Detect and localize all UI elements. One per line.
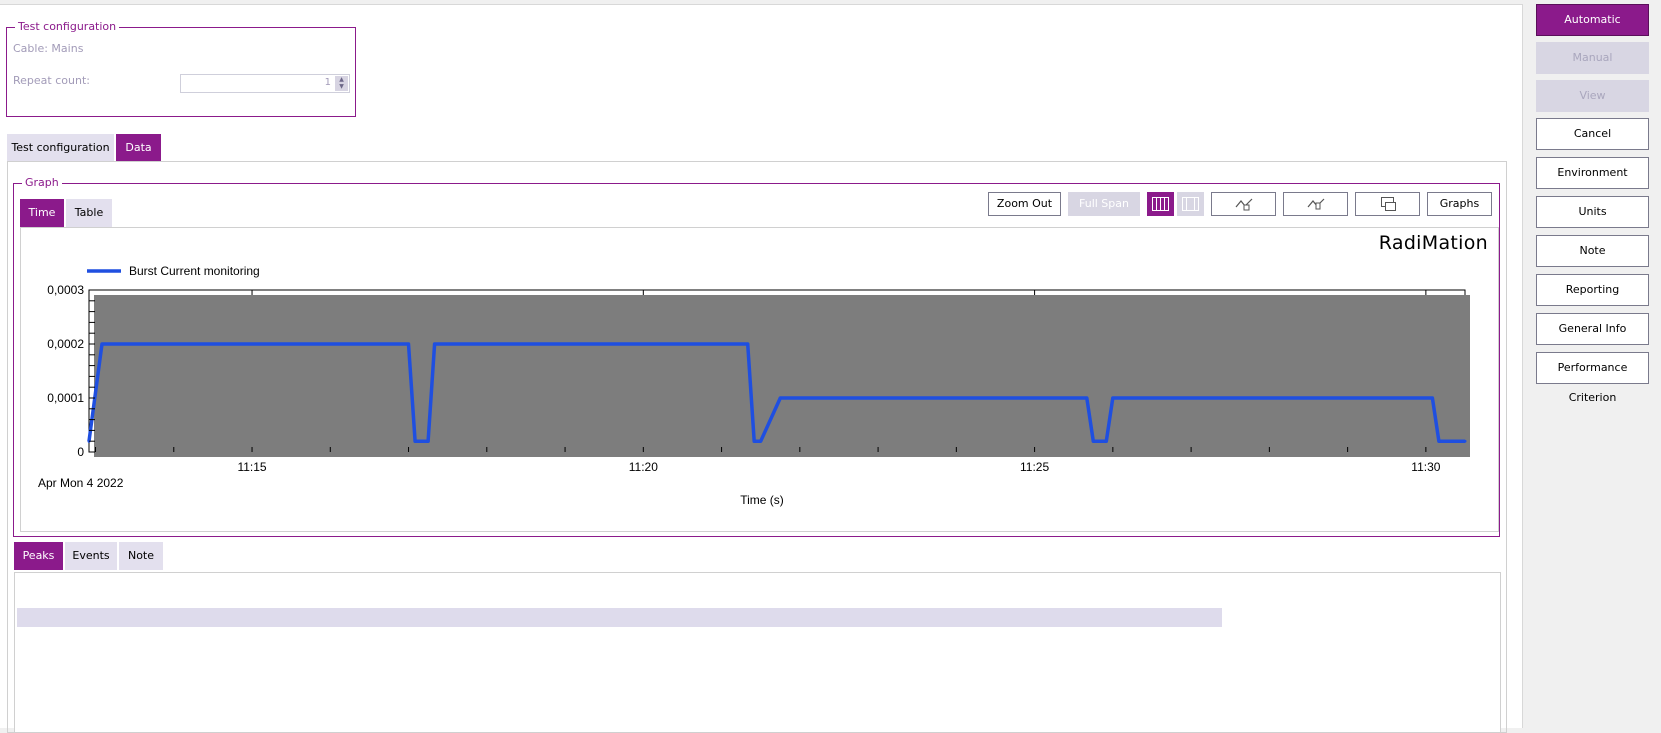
tab-peaks[interactable]: Peaks bbox=[14, 542, 63, 570]
sidebar-button-view[interactable]: View bbox=[1536, 80, 1649, 112]
sidebar-button-general-info[interactable]: General Info bbox=[1536, 313, 1649, 345]
grid-icon bbox=[1152, 197, 1169, 211]
data-point bbox=[1111, 396, 1115, 400]
tab-time[interactable]: Time bbox=[20, 199, 64, 227]
x-tick-label: 11:20 bbox=[629, 460, 658, 474]
data-point bbox=[100, 342, 104, 346]
plot-shadow bbox=[94, 295, 1470, 457]
tab-test-configuration[interactable]: Test configuration bbox=[7, 134, 114, 162]
data-point bbox=[1463, 439, 1467, 443]
copy-window-icon bbox=[1380, 197, 1396, 211]
data-point bbox=[1437, 439, 1441, 443]
grid-off-button[interactable] bbox=[1177, 192, 1204, 216]
test-configuration-legend: Test configuration bbox=[15, 20, 120, 34]
sidebar-button-manual[interactable]: Manual bbox=[1536, 42, 1649, 74]
data-point bbox=[778, 396, 782, 400]
spin-down-icon[interactable]: ▼ bbox=[335, 83, 348, 90]
x-tick-label: 11:30 bbox=[1411, 460, 1440, 474]
repeat-count-spinner[interactable]: 1 ▲ ▼ bbox=[180, 74, 350, 93]
full-span-button[interactable]: Full Span bbox=[1068, 192, 1140, 216]
y-tick-label: 0 bbox=[77, 445, 84, 459]
sidebar-button-environment[interactable]: Environment bbox=[1536, 157, 1649, 189]
y-tick-label: 0,0001 bbox=[47, 391, 84, 405]
spin-up-icon[interactable]: ▲ bbox=[335, 76, 348, 83]
peaks-panel bbox=[14, 572, 1501, 733]
tab-data[interactable]: Data bbox=[116, 134, 161, 162]
sidebar-button-cancel[interactable]: Cancel bbox=[1536, 118, 1649, 150]
cursor-tool-button[interactable] bbox=[1211, 192, 1276, 216]
test-configuration-group: Test configuration Cable: Mains Repeat c… bbox=[6, 20, 356, 117]
sidebar-button-reporting[interactable]: Reporting bbox=[1536, 274, 1649, 306]
tab-events[interactable]: Events bbox=[65, 542, 117, 570]
main-panel: Test configuration Cable: Mains Repeat c… bbox=[0, 4, 1523, 733]
sidebar-button-performance-criterion[interactable]: Performance Criterion bbox=[1536, 352, 1649, 404]
tab-note[interactable]: Note bbox=[119, 542, 163, 570]
y-tick-label: 0,0002 bbox=[47, 337, 84, 351]
x-axis-label: Time (s) bbox=[740, 493, 784, 507]
x-tick-label: 11:25 bbox=[1020, 460, 1049, 474]
chart-area: RadiMation 0 0,0001 0,0002 0,0003 11:15 11:20… bbox=[20, 227, 1499, 532]
data-point bbox=[759, 439, 763, 443]
data-point bbox=[433, 342, 437, 346]
data-point bbox=[1430, 396, 1434, 400]
data-point bbox=[407, 342, 411, 346]
spinner-buttons[interactable]: ▲ ▼ bbox=[335, 76, 348, 91]
repeat-count-value: 1 bbox=[324, 77, 331, 88]
zoom-out-button[interactable]: Zoom Out bbox=[988, 192, 1061, 216]
cursor-line-icon bbox=[1235, 198, 1252, 211]
tab-table[interactable]: Table bbox=[66, 199, 112, 227]
data-point bbox=[746, 342, 750, 346]
sidebar-button-note[interactable]: Note bbox=[1536, 235, 1649, 267]
copy-graph-button[interactable] bbox=[1355, 192, 1420, 216]
data-point bbox=[1091, 439, 1095, 443]
data-point bbox=[752, 439, 756, 443]
sidebar-button-automatic[interactable]: Automatic bbox=[1536, 4, 1649, 36]
y-tick-label: 0,0003 bbox=[47, 283, 84, 297]
x-tick-label: 11:15 bbox=[237, 460, 266, 474]
marker-tool-button[interactable] bbox=[1283, 192, 1348, 216]
data-point bbox=[1085, 396, 1089, 400]
graph-legend: Graph bbox=[22, 176, 62, 190]
legend-label: Burst Current monitoring bbox=[129, 264, 260, 278]
data-point bbox=[426, 439, 430, 443]
table-row[interactable] bbox=[17, 608, 1222, 627]
grid-on-button[interactable] bbox=[1147, 192, 1174, 216]
cable-label: Cable: Mains bbox=[13, 42, 84, 55]
time-chart[interactable]: 0 0,0001 0,0002 0,0003 11:15 11:20 11:25 11:30 A… bbox=[21, 228, 1500, 533]
data-point bbox=[446, 342, 450, 346]
sidebar-button-units[interactable]: Units bbox=[1536, 196, 1649, 228]
date-label: Apr Mon 4 2022 bbox=[38, 476, 124, 490]
grid-split-icon bbox=[1182, 197, 1199, 211]
repeat-count-label: Repeat count: bbox=[13, 74, 90, 87]
data-point bbox=[1104, 439, 1108, 443]
marker-line-icon bbox=[1307, 198, 1324, 210]
graphs-button[interactable]: Graphs bbox=[1427, 192, 1492, 216]
data-point bbox=[413, 439, 417, 443]
